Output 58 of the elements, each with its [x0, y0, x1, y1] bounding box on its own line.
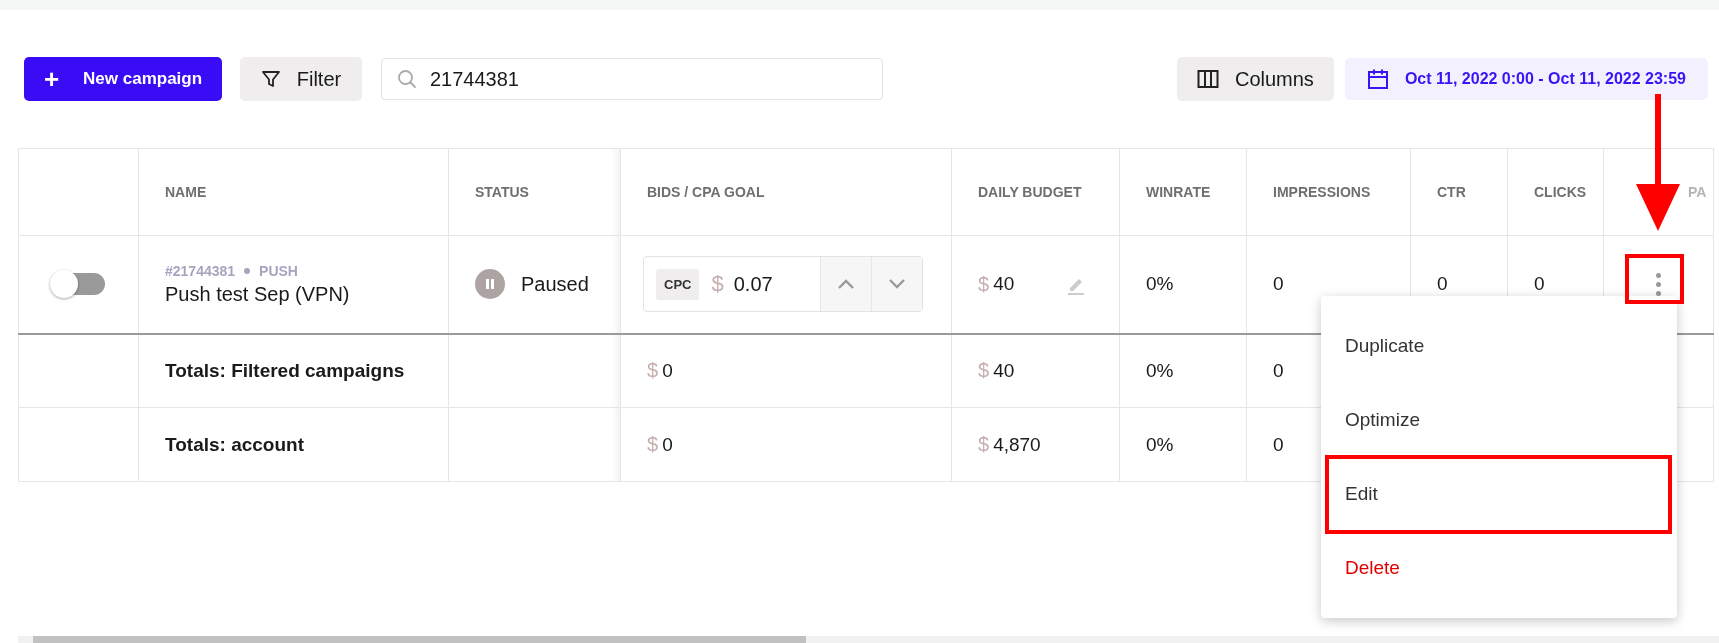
table-cell: 0 — [1273, 433, 1284, 455]
column-header: STATUS — [475, 184, 529, 200]
column-header: IMPRESSIONS — [1273, 184, 1371, 200]
increase-button[interactable] — [820, 257, 871, 312]
filter-icon — [260, 69, 281, 89]
status-text: Paused — [521, 272, 589, 296]
currency-sign: $ — [647, 433, 659, 455]
dot-icon — [244, 267, 251, 274]
column-header: CLICKS — [1534, 184, 1587, 200]
currency-sign: $ — [647, 359, 659, 382]
table-cell: 0% — [1146, 273, 1174, 295]
search-field[interactable]: 21744381 — [381, 58, 883, 100]
bid-type-tag: CPC — [656, 268, 700, 300]
pause-icon — [475, 269, 505, 300]
table-cell: 0 — [1437, 273, 1448, 295]
campaign-name: Push test Sep (VPN) — [165, 282, 351, 306]
filter-button[interactable]: Filter — [240, 57, 362, 101]
date-range-button[interactable]: Oct 11, 2022 0:00 - Oct 11, 2022 23:59 — [1344, 58, 1708, 100]
currency-sign: $ — [711, 271, 724, 298]
calendar-icon — [1366, 68, 1389, 90]
decrease-button[interactable] — [871, 257, 922, 312]
bids-total: 0 — [662, 434, 673, 455]
totals-label: Totals: account — [165, 433, 304, 455]
table-cell: 0 — [1273, 273, 1284, 295]
column-header: NAME — [165, 184, 207, 200]
currency-sign: $ — [978, 272, 990, 296]
column-header: DAILY BUDGET — [978, 184, 1082, 200]
currency-sign: $ — [978, 433, 990, 455]
highlight-box — [1625, 254, 1684, 304]
new-campaign-button[interactable]: + New campaign — [24, 57, 222, 101]
chevron-down-icon — [888, 278, 906, 291]
column-header: PA — [1688, 184, 1707, 200]
budget-value: 40 — [993, 273, 1015, 296]
bid-value: 0.07 — [733, 272, 774, 296]
column-header: BIDS / CPA GOAL — [647, 184, 765, 200]
columns-icon — [1196, 69, 1219, 89]
table-cell: 0% — [1146, 433, 1174, 455]
horizontal-scrollbar[interactable] — [18, 636, 1719, 643]
menu-item[interactable]: Edit — [1321, 457, 1677, 531]
menu-item[interactable]: Delete — [1321, 531, 1677, 605]
campaign-id: #21744381 — [165, 262, 236, 279]
columns-button[interactable]: Columns — [1176, 57, 1334, 101]
menu-item[interactable]: Optimize — [1321, 383, 1677, 457]
currency-sign: $ — [978, 359, 990, 382]
column-header: WINRATE — [1146, 184, 1211, 200]
table-cell: 0 — [1534, 273, 1545, 295]
table-cell: 0% — [1146, 359, 1174, 381]
table-cell: 0 — [1273, 359, 1284, 381]
toggle-switch[interactable] — [52, 273, 105, 296]
column-header: CTR — [1437, 184, 1466, 200]
chevron-up-icon — [837, 278, 855, 291]
bids-total: 0 — [662, 360, 673, 382]
budget-total: 4,870 — [993, 434, 1041, 455]
bid-input[interactable]: CPC $ 0.07 — [643, 256, 923, 313]
campaign-type: PUSH — [259, 262, 298, 279]
budget-total: 40 — [993, 360, 1015, 382]
totals-label: Totals: Filtered campaigns — [165, 359, 405, 381]
menu-item[interactable]: Duplicate — [1321, 309, 1677, 383]
